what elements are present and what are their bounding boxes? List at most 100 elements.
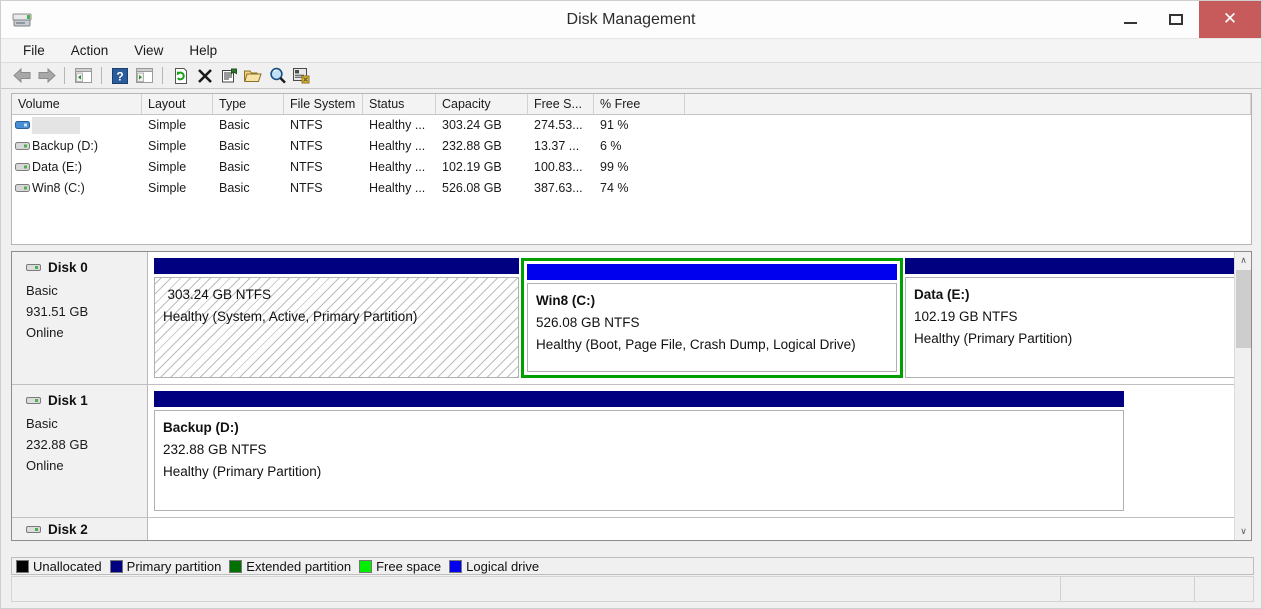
disk-info-1[interactable]: Disk 1 Basic 232.88 GB Online bbox=[12, 385, 148, 517]
volume-icon bbox=[15, 184, 30, 192]
table-row[interactable]: Simple Basic NTFS Healthy ... 303.24 GB … bbox=[12, 115, 1251, 136]
scrollbar-thumb[interactable] bbox=[1236, 270, 1251, 348]
partition-name: Win8 (C:) bbox=[536, 293, 596, 308]
properties-icon[interactable] bbox=[218, 65, 240, 87]
show-hide-action-pane-icon[interactable] bbox=[133, 65, 155, 87]
scroll-up-button[interactable]: ∧ bbox=[1235, 252, 1251, 269]
partition-status: Healthy (Primary Partition) bbox=[914, 331, 1073, 346]
partition-0-1[interactable]: Win8 (C:) 526.08 GB NTFS Healthy (Boot, … bbox=[521, 258, 903, 378]
volume-icon bbox=[15, 163, 30, 171]
volume-cell-layout: Simple bbox=[148, 181, 187, 195]
table-row[interactable]: Data (E:) Simple Basic NTFS Healthy ... … bbox=[12, 157, 1251, 178]
volume-icon bbox=[15, 142, 30, 150]
column-header-volume[interactable]: Volume bbox=[12, 94, 142, 114]
legend-item-free-space: Free space bbox=[359, 559, 441, 574]
column-header-free-space[interactable]: Free S... bbox=[528, 94, 594, 114]
menu-help[interactable]: Help bbox=[179, 41, 229, 61]
status-bar-pane-3 bbox=[1195, 577, 1253, 601]
volume-cell-name[interactable]: Backup (D:) bbox=[12, 136, 142, 157]
legend-label-logical-drive: Logical drive bbox=[466, 558, 540, 574]
open-icon[interactable] bbox=[242, 65, 264, 87]
volume-cell-free-space: 387.63... bbox=[534, 181, 583, 195]
disk-icon bbox=[26, 264, 41, 271]
partition-size-fs: 232.88 GB NTFS bbox=[163, 442, 267, 457]
legend-swatch-unallocated bbox=[16, 559, 29, 573]
volume-name-label bbox=[32, 117, 80, 134]
partition-legend: Unallocated Primary partition Extended p… bbox=[11, 557, 1254, 575]
column-header-capacity[interactable]: Capacity bbox=[436, 94, 528, 114]
volume-cell-type: Basic bbox=[219, 118, 250, 132]
partition-1-0[interactable]: Backup (D:) 232.88 GB NTFS Healthy (Prim… bbox=[154, 391, 1124, 511]
volume-icon-selected bbox=[15, 121, 30, 129]
legend-item-unallocated: Unallocated bbox=[16, 559, 102, 574]
back-icon[interactable] bbox=[11, 65, 33, 87]
disk-info-0[interactable]: Disk 0 Basic 931.51 GB Online bbox=[12, 252, 148, 384]
partition-status: Healthy (System, Active, Primary Partiti… bbox=[163, 309, 418, 324]
disk-title-2: Disk 2 bbox=[26, 522, 147, 537]
menu-view[interactable]: View bbox=[124, 41, 175, 61]
volume-list[interactable]: Volume Layout Type File System Status Ca… bbox=[11, 93, 1252, 245]
legend-label-unallocated: Unallocated bbox=[33, 558, 102, 574]
partition-status: Healthy (Primary Partition) bbox=[163, 464, 322, 479]
partition-size-fs: 102.19 GB NTFS bbox=[914, 309, 1018, 324]
disk-drive-icon bbox=[11, 9, 33, 31]
menu-bar: File Action View Help bbox=[1, 39, 1261, 63]
legend-swatch-primary-partition bbox=[109, 559, 123, 573]
volume-name-label: Win8 (C:) bbox=[32, 181, 85, 195]
volume-cell-file-system: NTFS bbox=[290, 139, 323, 153]
table-row[interactable]: Win8 (C:) Simple Basic NTFS Healthy ... … bbox=[12, 178, 1251, 199]
disk-row-2[interactable]: Disk 2 bbox=[12, 518, 1234, 540]
column-header-type[interactable]: Type bbox=[213, 94, 284, 114]
volume-cell-capacity: 303.24 GB bbox=[442, 118, 502, 132]
partition-0-0[interactable]: 303.24 GB NTFS Healthy (System, Active, … bbox=[154, 258, 519, 378]
volume-cell-status: Healthy ... bbox=[369, 181, 426, 195]
forward-icon[interactable] bbox=[35, 65, 57, 87]
partition-name: Backup (D:) bbox=[163, 420, 239, 435]
all-tasks-icon[interactable] bbox=[290, 65, 312, 87]
disk-info-2[interactable]: Disk 2 bbox=[12, 518, 148, 540]
volume-name-label: Data (E:) bbox=[32, 160, 83, 174]
volume-cell-percent-free: 91 % bbox=[600, 118, 629, 132]
disk-size-1: 232.88 GB bbox=[26, 437, 89, 452]
volume-cell-file-system: NTFS bbox=[290, 160, 323, 174]
rescan-disks-icon[interactable] bbox=[266, 65, 288, 87]
column-header-filler[interactable] bbox=[685, 94, 1251, 114]
volume-cell-name[interactable]: Data (E:) bbox=[12, 157, 142, 178]
volume-cell-capacity: 526.08 GB bbox=[442, 181, 502, 195]
disk-title-1: Disk 1 bbox=[26, 393, 147, 408]
volume-cell-name[interactable]: Win8 (C:) bbox=[12, 178, 142, 199]
close-button[interactable]: ✕ bbox=[1199, 1, 1261, 38]
partition-0-2[interactable]: Data (E:) 102.19 GB NTFS Healthy (Primar… bbox=[905, 258, 1234, 378]
disk-partitions-1: Backup (D:) 232.88 GB NTFS Healthy (Prim… bbox=[148, 385, 1234, 517]
minimize-button[interactable] bbox=[1107, 1, 1153, 38]
maximize-button[interactable] bbox=[1153, 1, 1199, 38]
menu-file[interactable]: File bbox=[13, 41, 57, 61]
legend-item-logical-drive: Logical drive bbox=[449, 559, 539, 574]
legend-label-free-space: Free space bbox=[376, 558, 442, 574]
disk-partitions-0: 303.24 GB NTFS Healthy (System, Active, … bbox=[148, 252, 1234, 384]
menu-action[interactable]: Action bbox=[61, 41, 121, 61]
column-header-file-system[interactable]: File System bbox=[284, 94, 363, 114]
disk-row-0[interactable]: Disk 0 Basic 931.51 GB Online 303.24 GB … bbox=[12, 252, 1234, 385]
volume-cell-status: Healthy ... bbox=[369, 118, 426, 132]
partition-bar bbox=[527, 264, 897, 280]
column-header-layout[interactable]: Layout bbox=[142, 94, 213, 114]
disk-management-window: Disk Management ✕ File Action View Help bbox=[0, 0, 1262, 609]
show-hide-console-tree-icon[interactable] bbox=[72, 65, 94, 87]
refresh-icon[interactable] bbox=[170, 65, 192, 87]
volume-cell-free-space: 274.53... bbox=[534, 118, 583, 132]
column-header-percent-free[interactable]: % Free bbox=[594, 94, 685, 114]
scroll-down-button[interactable]: ∨ bbox=[1235, 523, 1251, 540]
delete-icon[interactable] bbox=[194, 65, 216, 87]
disk-pane-scrollbar[interactable]: ∧ ∨ bbox=[1234, 252, 1251, 540]
toolbar: ? bbox=[1, 63, 1261, 89]
toolbar-separator bbox=[64, 67, 65, 84]
volume-cell-name[interactable] bbox=[12, 115, 142, 136]
help-icon[interactable]: ? bbox=[109, 65, 131, 87]
partition-body: Backup (D:) 232.88 GB NTFS Healthy (Prim… bbox=[154, 410, 1124, 511]
table-row[interactable]: Backup (D:) Simple Basic NTFS Healthy ..… bbox=[12, 136, 1251, 157]
disk-row-1[interactable]: Disk 1 Basic 232.88 GB Online Backup (D:… bbox=[12, 385, 1234, 518]
volume-cell-status: Healthy ... bbox=[369, 160, 426, 174]
column-header-status[interactable]: Status bbox=[363, 94, 436, 114]
volume-list-header: Volume Layout Type File System Status Ca… bbox=[12, 94, 1251, 115]
